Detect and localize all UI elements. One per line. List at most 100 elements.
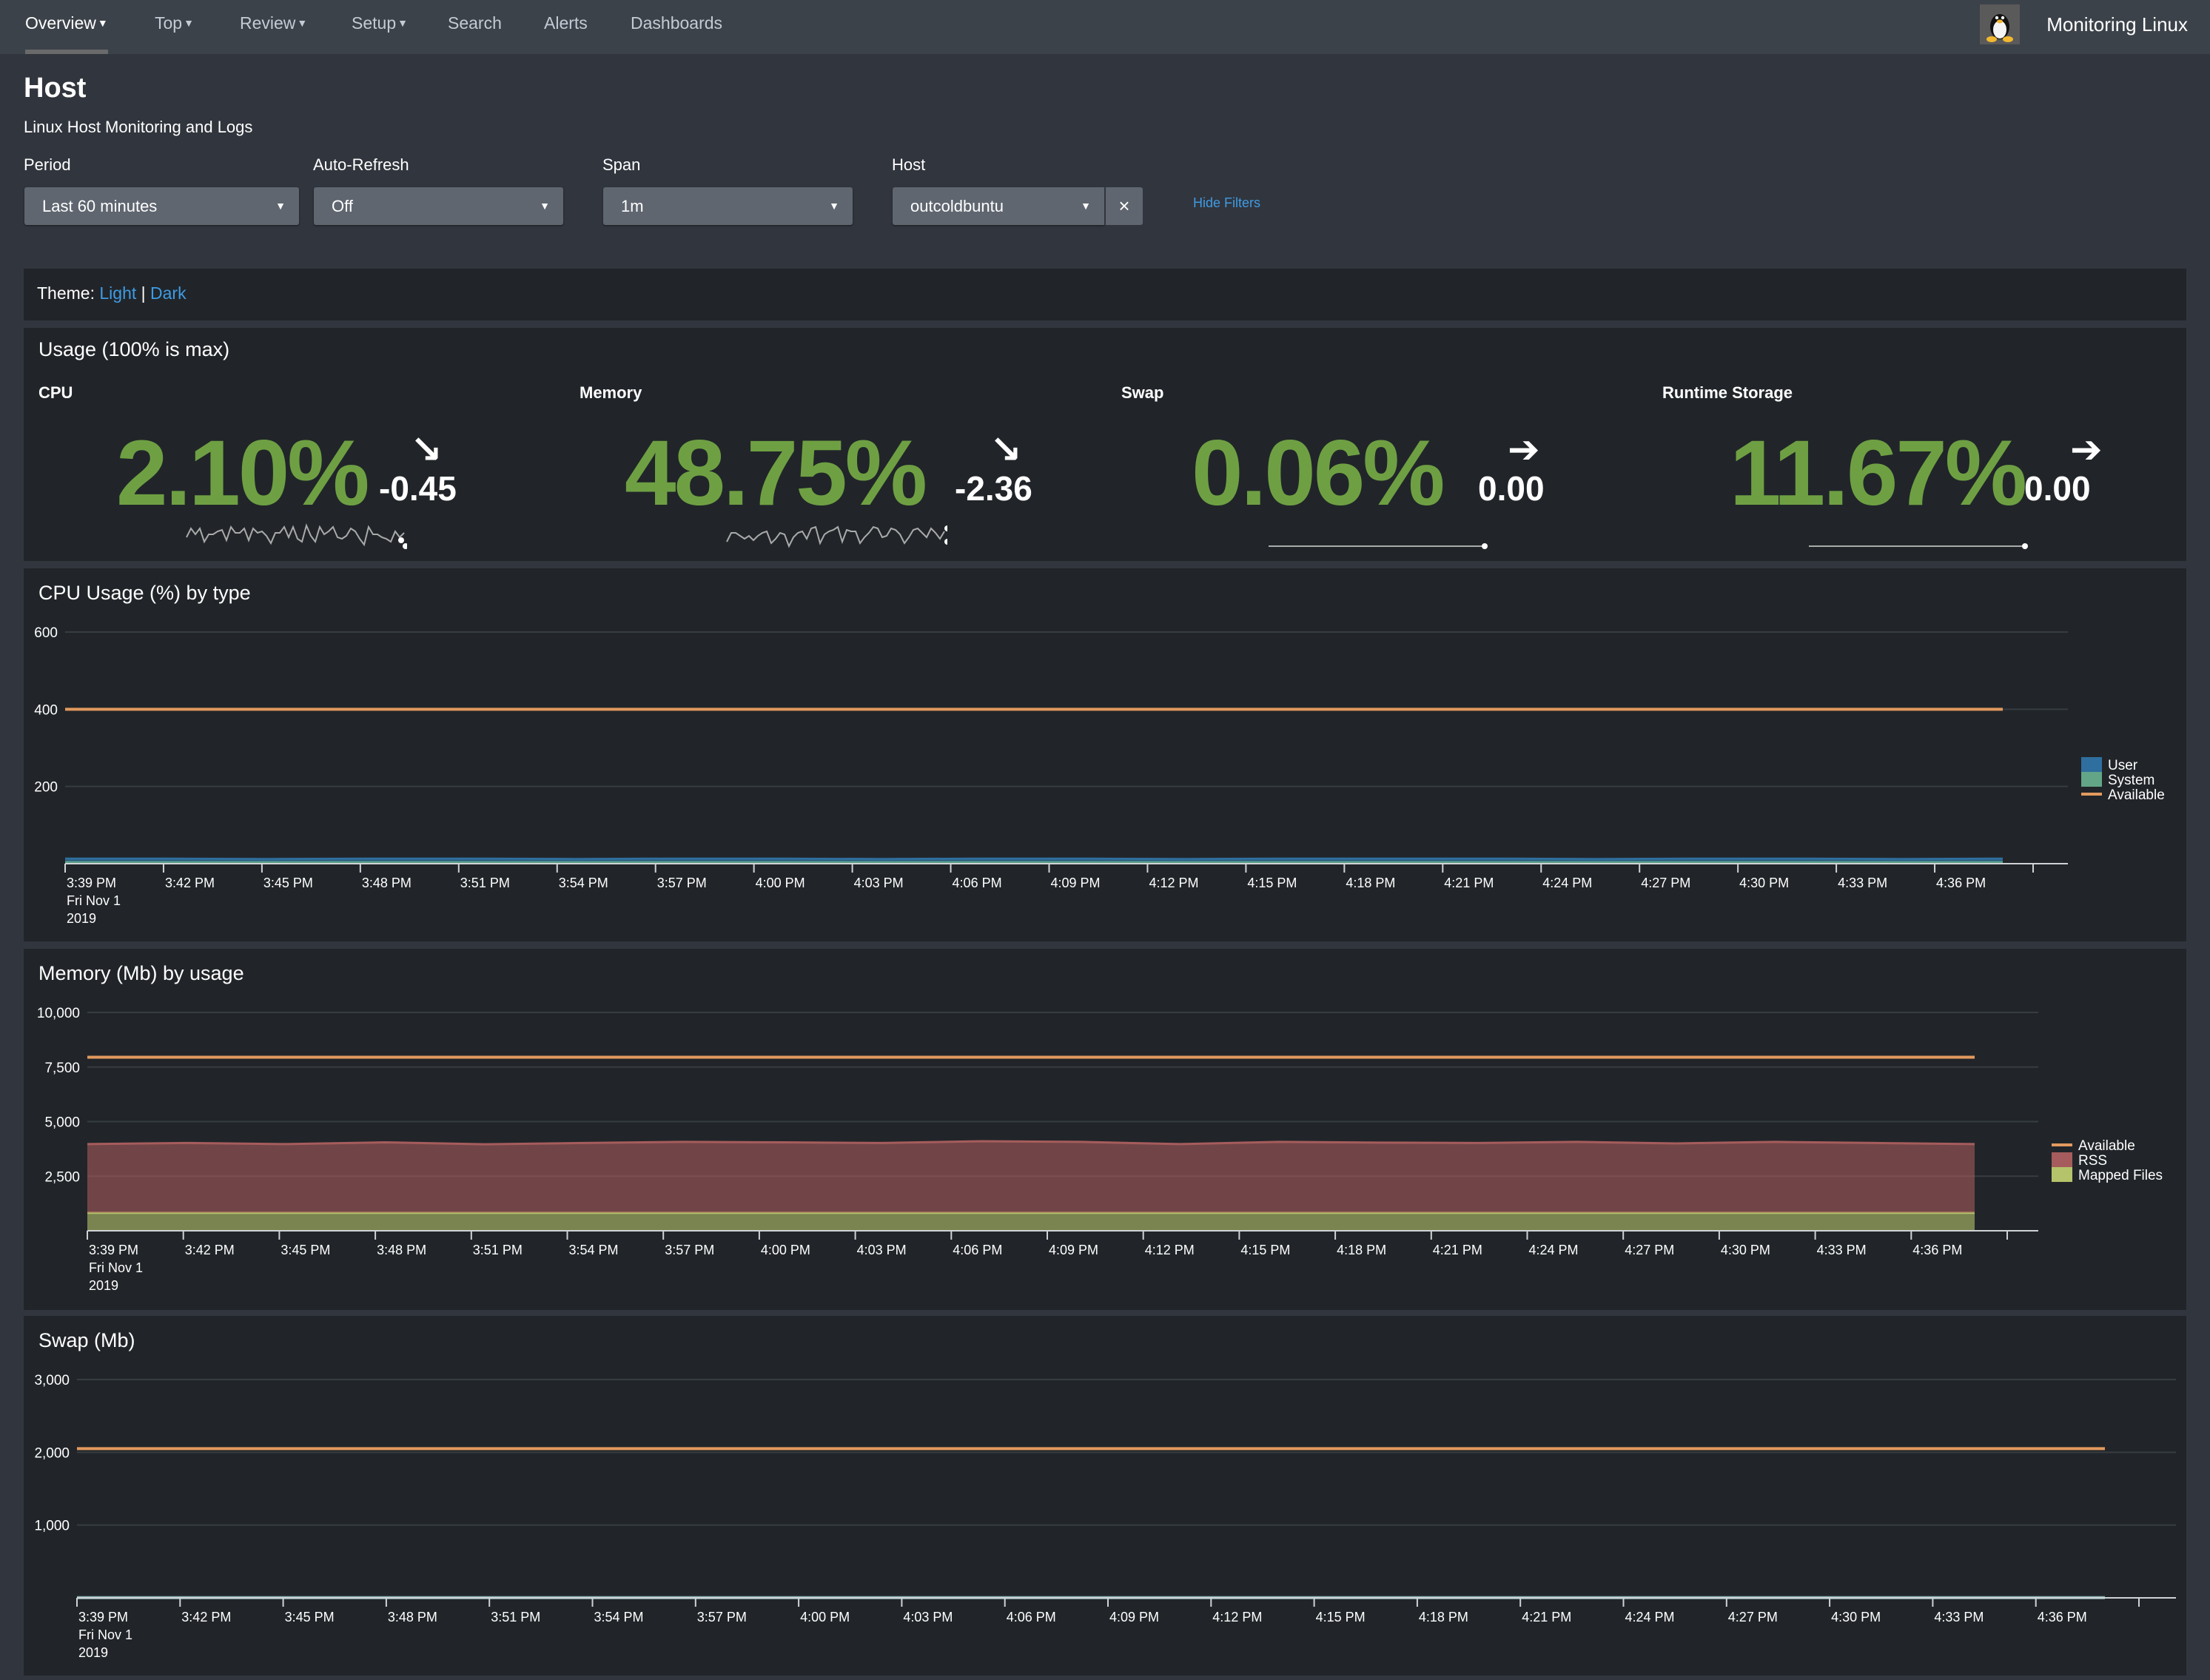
x-tick-label: 4:15 PM [1240,1243,1290,1257]
nav-overview[interactable]: Overview ▼ [25,13,108,54]
swap-usage-chart[interactable]: 1,000 2,000 3,000 3:39 PM 3:42 PM 3:45 PM 3:48… [24,1316,2186,1676]
x-tick-label: 4:12 PM [1212,1610,1262,1624]
runtime-storage-label: Runtime Storage [1662,383,1793,402]
memory-value[interactable]: 48.75% [625,420,927,526]
memory-chart-title: Memory (Mb) by usage [38,962,244,984]
auto-refresh-label: Auto-Refresh [313,155,409,174]
memory-usage-panel: Memory (Mb) by usage 2,500 5,000 7,500 10,0… [24,949,2186,1310]
y-tick-label: 400 [34,702,58,718]
x-tick-label: 4:06 PM [953,1243,1002,1257]
x-tick-label: 4:15 PM [1247,876,1297,890]
nav-dashboards[interactable]: Dashboards [631,13,722,54]
x-tick-label: 4:03 PM [857,1243,907,1257]
tux-penguin-icon [1980,4,2020,44]
cpu-usage-chart[interactable]: 200 400 600 3:39 PM 3:42 PM 3:45 PM 3:48 PM 3:5… [24,568,2186,941]
theme-label: Theme: [37,283,95,303]
x-tick-label: 3:48 PM [362,876,412,890]
x-tick-label: 4:27 PM [1625,1243,1674,1257]
host-dropdown[interactable]: outcoldbuntu ▼ [893,187,1104,225]
legend-label: Available [2108,787,2165,803]
theme-light-link[interactable]: Light [99,283,136,303]
swap-sparkline [1269,543,1488,549]
x-tick-label: 3:42 PM [181,1610,231,1624]
x-tick-label: 4:09 PM [1049,1243,1098,1257]
y-tick-label: 3,000 [34,1373,70,1388]
cpu-chart-title: CPU Usage (%) by type [38,582,251,604]
x-tick-label: 3:57 PM [665,1243,714,1257]
x-tick-label: 4:33 PM [1934,1610,1984,1624]
x-date-label: 2019 [67,911,96,926]
legend-label: System [2108,773,2154,788]
x-tick-label: 3:39 PM [67,876,116,890]
x-tick-label: 3:45 PM [263,876,313,890]
arrow-down-right-icon: ↘ [410,429,443,471]
legend-swatch-mapped-files [2052,1167,2072,1182]
memory-sparkline [726,525,947,548]
nav-search[interactable]: Search [448,13,502,54]
x-tick-label: 3:39 PM [89,1243,138,1257]
usage-panel: Usage (100% is max) CPU 2.10% ↘ -0.45 Me… [24,328,2186,561]
caret-down-icon: ▼ [397,17,408,29]
x-date-label: Fri Nov 1 [67,893,121,908]
app-title[interactable]: Monitoring Linux [2046,13,2188,36]
arrow-down-right-icon: ↘ [990,429,1022,471]
legend-label: RSS [2078,1153,2107,1169]
area-mapped-files [87,1212,1975,1231]
runtime-storage-delta: 0.00 [2024,469,2091,508]
nav-top[interactable]: Top ▼ [155,13,194,54]
y-tick-label: 5,000 [44,1115,80,1131]
legend-swatch-available [2081,793,2102,796]
memory-usage-chart[interactable]: 2,500 5,000 7,500 10,000 3:39 PM 3:42 PM 3:45 … [24,949,2186,1310]
period-dropdown[interactable]: Last 60 minutes ▼ [24,187,299,225]
hide-filters-link[interactable]: Hide Filters [1193,195,1260,211]
theme-panel: Theme: Light | Dark [24,269,2186,320]
area-rss [87,1141,1975,1213]
close-icon: × [1118,195,1130,217]
y-tick-label: 1,000 [34,1519,70,1534]
x-tick-label: 4:15 PM [1316,1610,1366,1624]
x-tick-label: 4:33 PM [1817,1243,1867,1257]
x-date-label: Fri Nov 1 [89,1260,143,1275]
clear-host-button[interactable]: × [1104,187,1143,225]
arrow-right-icon: ➔ [1508,429,1540,471]
theme-dark-link[interactable]: Dark [150,283,187,303]
x-tick-label: 3:54 PM [569,1243,619,1257]
cpu-label: CPU [38,383,73,402]
legend-label: Mapped Files [2078,1168,2163,1183]
caret-down-icon: ▼ [297,17,308,29]
y-tick-label: 200 [34,780,58,796]
nav-alerts[interactable]: Alerts [544,13,588,54]
swap-value[interactable]: 0.06% [1192,420,1445,526]
x-tick-label: 4:24 PM [1542,876,1592,890]
x-tick-label: 3:42 PM [185,1243,235,1257]
period-label: Period [24,155,71,174]
y-tick-label: 600 [34,625,58,641]
x-tick-label: 3:57 PM [697,1610,747,1624]
x-tick-label: 4:06 PM [953,876,1002,890]
nav-setup[interactable]: Setup ▼ [352,13,408,54]
x-tick-label: 4:30 PM [1739,876,1789,890]
caret-down-icon: ▼ [540,200,550,212]
auto-refresh-dropdown[interactable]: Off ▼ [314,187,563,225]
theme-separator: | [141,283,146,303]
runtime-storage-sparkline [1809,543,2028,549]
nav-review[interactable]: Review ▼ [240,13,307,54]
x-date-label: 2019 [89,1278,118,1293]
x-tick-label: 4:33 PM [1838,876,1887,890]
caret-down-icon: ▼ [275,200,286,212]
top-nav: Overview ▼ Top ▼ Review ▼ Setup ▼ Search Ale… [0,0,2210,54]
page-description: Linux Host Monitoring and Logs [24,118,253,136]
x-tick-label: 3:42 PM [165,876,215,890]
legend-swatch-rss [2052,1152,2072,1167]
x-tick-label: 3:57 PM [657,876,707,890]
y-tick-label: 10,000 [37,1006,80,1021]
x-tick-label: 4:27 PM [1728,1610,1778,1624]
x-tick-label: 4:21 PM [1522,1610,1571,1624]
x-tick-label: 3:51 PM [491,1610,540,1624]
runtime-storage-value[interactable]: 11.67% [1730,420,2027,526]
swap-delta: 0.00 [1478,469,1545,508]
cpu-value[interactable]: 2.10% [116,420,369,526]
span-dropdown[interactable]: 1m ▼ [603,187,853,225]
x-tick-label: 4:27 PM [1641,876,1690,890]
caret-down-icon: ▼ [1081,200,1091,212]
